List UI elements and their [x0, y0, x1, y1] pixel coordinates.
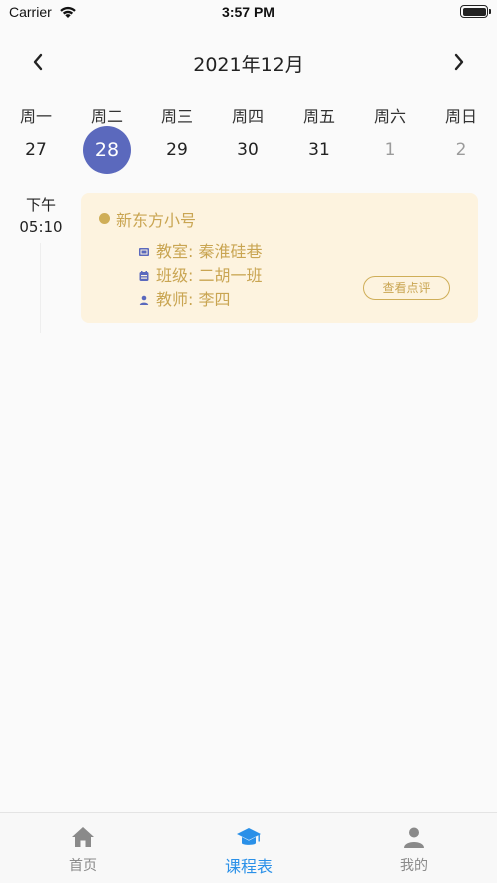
- classroom-icon: [138, 243, 150, 256]
- graduation-cap-icon: [237, 828, 261, 845]
- class-icon: [138, 267, 150, 281]
- battery-icon: [460, 5, 491, 18]
- day-column-fri: 周五 31: [289, 100, 349, 180]
- chevron-right-icon: [454, 53, 464, 71]
- time-period-label: 下午: [25, 196, 56, 214]
- course-card[interactable]: 新东方小号 教室: 秦淮硅巷 班级: 二胡一班 教师: 李四 查看点评: [81, 193, 478, 323]
- month-title: 2021年12月: [193, 54, 304, 76]
- weekday-label: 周三: [160, 107, 193, 126]
- status-bar: Carrier 3:57 PM: [0, 0, 497, 26]
- tab-home[interactable]: 首页: [0, 813, 166, 883]
- time-label: 05:10: [19, 218, 63, 236]
- class-text: 班级: 二胡一班: [156, 266, 263, 285]
- weekday-label: 周一: [19, 107, 52, 126]
- status-time: 3:57 PM: [222, 4, 275, 20]
- battery-level: [462, 7, 486, 16]
- tab-bar: 首页 课程表 我的: [0, 812, 497, 883]
- weekday-label: 周四: [231, 107, 264, 126]
- day-cell-1[interactable]: 1: [366, 126, 414, 174]
- day-column-tue: 周二 28: [77, 100, 137, 180]
- tab-home-label: 首页: [69, 858, 97, 874]
- tab-mine-label: 我的: [400, 858, 428, 874]
- teacher-icon: [138, 291, 150, 305]
- view-review-button[interactable]: 查看点评: [363, 276, 450, 300]
- weekday-label: 周日: [444, 107, 477, 126]
- month-header: 2021年12月: [0, 44, 497, 80]
- day-column-thu: 周四 30: [218, 100, 278, 180]
- tab-mine[interactable]: 我的: [331, 813, 497, 883]
- weekday-label: 周二: [90, 107, 123, 126]
- day-cell-30[interactable]: 30: [224, 126, 272, 174]
- classroom-text: 教室: 秦淮硅巷: [156, 242, 263, 261]
- day-column-sat: 周六 1: [360, 100, 420, 180]
- weekday-label: 周六: [373, 107, 406, 126]
- teacher-text: 教师: 李四: [156, 290, 231, 309]
- course-name: 新东方小号: [116, 211, 197, 230]
- tab-schedule[interactable]: 课程表: [166, 813, 332, 883]
- timeline-divider: [40, 243, 41, 333]
- week-strip: 周一 27 周二 28 周三 29 周四 30 周五 31 周六 1 周日 2: [0, 100, 497, 180]
- day-column-sun: 周日 2: [431, 100, 491, 180]
- tab-schedule-label: 课程表: [224, 857, 273, 876]
- day-column-wed: 周三 29: [147, 100, 207, 180]
- day-cell-28-selected[interactable]: 28: [83, 126, 131, 174]
- next-month-button[interactable]: [447, 50, 471, 74]
- day-cell-31[interactable]: 31: [295, 126, 343, 174]
- person-icon: [404, 827, 424, 848]
- day-column-mon: 周一 27: [6, 100, 66, 180]
- day-cell-29[interactable]: 29: [153, 126, 201, 174]
- day-cell-27[interactable]: 27: [12, 126, 60, 174]
- course-status-dot: [99, 213, 110, 224]
- weekday-label: 周五: [302, 107, 335, 126]
- home-icon: [72, 827, 94, 847]
- day-cell-2[interactable]: 2: [437, 126, 485, 174]
